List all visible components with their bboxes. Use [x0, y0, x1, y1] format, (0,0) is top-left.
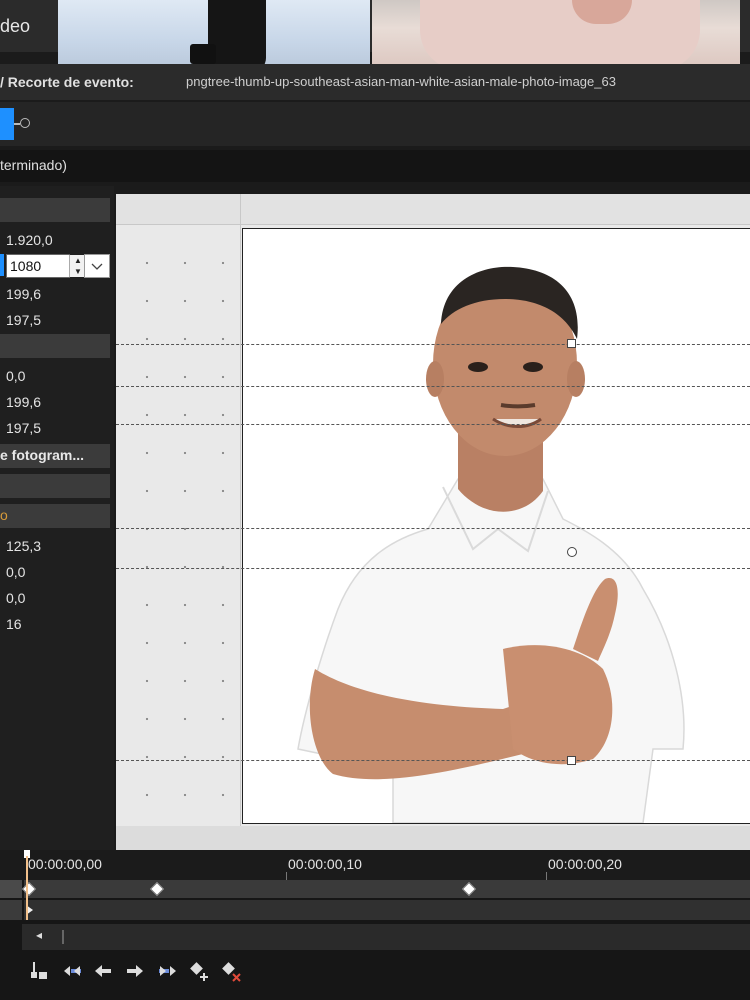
- rotation-angle-value[interactable]: 125,3: [6, 538, 41, 554]
- keyframe-header-label: e fotogram...: [0, 447, 85, 463]
- section-header-center[interactable]: [0, 334, 110, 358]
- image-frame[interactable]: [242, 228, 750, 824]
- height-spinbox[interactable]: 1080 ▲ ▼: [6, 254, 86, 278]
- first-keyframe-icon[interactable]: [60, 958, 86, 984]
- slider-thumb[interactable]: [0, 108, 14, 140]
- slider-end-knob[interactable]: [20, 118, 30, 128]
- properties-panel: 1.920,0 1080 ▲ ▼ 199,6 197,5 0,0 199,6 19…: [0, 186, 114, 850]
- scroll-left-icon[interactable]: ◂: [36, 928, 42, 942]
- preset-slider-row: [0, 102, 750, 146]
- playhead[interactable]: [26, 856, 28, 920]
- center-y-value[interactable]: 197,5: [6, 312, 41, 328]
- add-keyframe-icon[interactable]: [186, 958, 212, 984]
- ruler-tick: [286, 872, 287, 880]
- top-center-handle[interactable]: [567, 339, 576, 348]
- keyframe-marker[interactable]: [21, 881, 37, 897]
- count-value[interactable]: 16: [6, 616, 22, 632]
- microphone-graphic: [208, 0, 266, 70]
- height-input[interactable]: 1080: [10, 258, 41, 274]
- lock-keyframe-icon[interactable]: [26, 958, 52, 984]
- status-bar: terminado): [0, 150, 750, 182]
- center-x-2-value[interactable]: 199,6: [6, 394, 41, 410]
- canvas-bottom-strip: [116, 826, 750, 850]
- center-rotation-handle[interactable]: [567, 547, 577, 557]
- webcam-overlay-right: [372, 0, 740, 70]
- keyframe-toolbar: [26, 958, 356, 988]
- bottom-center-handle[interactable]: [567, 756, 576, 765]
- center-y-2-value[interactable]: 197,5: [6, 420, 41, 436]
- chevron-down-icon[interactable]: [84, 254, 110, 278]
- keyframe-marker[interactable]: [149, 881, 165, 897]
- event-crop-label: / Recorte de evento:: [0, 74, 134, 90]
- last-keyframe-icon[interactable]: [154, 958, 180, 984]
- timecode-0: 00:00:00,00: [28, 856, 102, 872]
- event-crop-filename: pngtree-thumb-up-southeast-asian-man-whi…: [186, 74, 616, 89]
- rotation-y-value[interactable]: 0,0: [6, 590, 25, 606]
- shirt-graphic: [420, 0, 700, 70]
- keyframe-marker[interactable]: [461, 881, 477, 897]
- keyframe-track-1[interactable]: [21, 880, 750, 898]
- ruler-tick: [546, 872, 547, 880]
- delete-keyframe-icon[interactable]: [218, 958, 244, 984]
- rotation-x-value[interactable]: 0,0: [6, 564, 25, 580]
- prev-keyframe-icon[interactable]: [90, 958, 116, 984]
- guide-line-2: [116, 386, 750, 387]
- event-crop-bar: / Recorte de evento: pngtree-thumb-up-so…: [0, 64, 750, 100]
- guide-line-5: [116, 568, 750, 569]
- guide-line-4: [116, 528, 750, 529]
- timeline-ruler: 00:00:00,00 00:00:00,10 00:00:00,20: [0, 850, 750, 880]
- timecode-2: 00:00:00,20: [548, 856, 622, 872]
- center-x-value[interactable]: 199,6: [6, 286, 41, 302]
- selected-row-indicator: [0, 254, 4, 276]
- timeline-scrollbar[interactable]: ◂: [22, 924, 750, 950]
- photo-image: [297, 266, 685, 824]
- top-ruler: [116, 194, 750, 225]
- keyframe-track-2[interactable]: [24, 900, 750, 920]
- section-header-position[interactable]: [0, 198, 110, 222]
- track-2-header[interactable]: [0, 900, 22, 920]
- width-value[interactable]: 1.920,0: [6, 232, 53, 248]
- dot-grid: [124, 230, 232, 830]
- guide-line-6: [116, 760, 750, 761]
- guide-line-3: [116, 424, 750, 425]
- timecode-1: 00:00:00,10: [288, 856, 362, 872]
- section-marker-label: o: [0, 507, 8, 523]
- next-keyframe-icon[interactable]: [122, 958, 148, 984]
- logo-graphic: [190, 44, 216, 64]
- window-title-fragment: deo: [0, 16, 31, 36]
- guide-line-1: [116, 344, 750, 345]
- section-header-marker[interactable]: o: [0, 504, 110, 528]
- keyframe-timeline[interactable]: 00:00:00,00 00:00:00,10 00:00:00,20 ◂: [0, 850, 750, 1000]
- keyframe-header[interactable]: e fotogram...: [0, 444, 110, 468]
- status-text: terminado): [0, 157, 67, 173]
- section-header-rotation[interactable]: [0, 474, 110, 498]
- track-1-header[interactable]: [0, 880, 22, 898]
- scroll-thumb[interactable]: [62, 930, 64, 944]
- webcam-overlay-left: [58, 0, 370, 70]
- ruler-divider: [240, 194, 241, 826]
- pan-crop-canvas[interactable]: [116, 194, 750, 850]
- pos-x-value[interactable]: 0,0: [6, 368, 25, 384]
